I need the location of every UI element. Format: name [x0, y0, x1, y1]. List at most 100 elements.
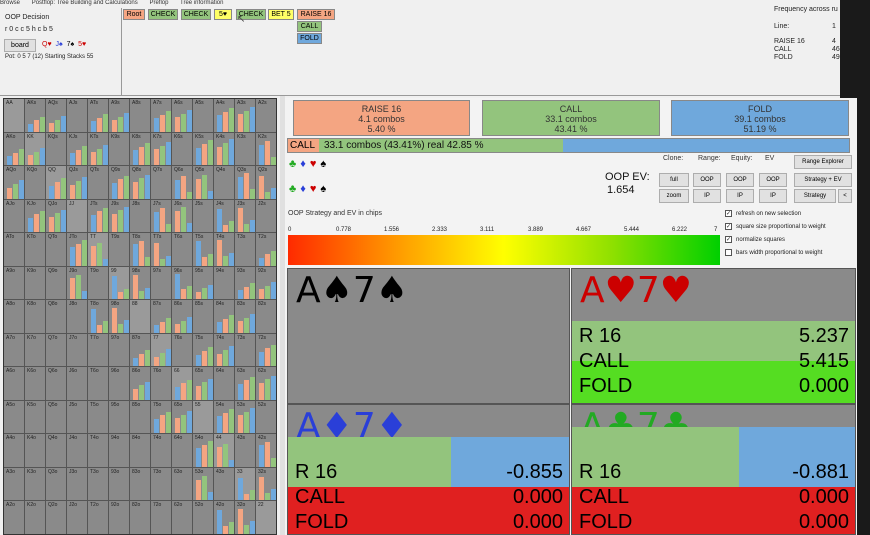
option-normalize[interactable]: ✓ normalize squares — [725, 236, 785, 243]
hand-cell[interactable]: QTo — [46, 233, 66, 266]
hand-cell[interactable]: K8s — [130, 132, 150, 166]
hand-cell[interactable]: T3s — [235, 233, 255, 266]
menu-item-tree-info[interactable]: Tree information — [180, 0, 223, 6]
hand-cell[interactable]: QJo — [46, 199, 66, 233]
range-explorer-button[interactable]: Range Explorer — [794, 155, 852, 169]
hand-cell[interactable]: 66 — [172, 367, 192, 400]
hand-cell[interactable]: J2o — [67, 501, 87, 534]
hand-cell[interactable]: 93o — [109, 467, 129, 501]
hand-cell[interactable]: Q9o — [46, 266, 66, 300]
hand-cell[interactable]: 42s — [256, 434, 276, 467]
hand-cell[interactable]: A9s — [109, 99, 129, 132]
hand-cell[interactable]: K5s — [193, 132, 213, 166]
hand-cell[interactable]: 32s — [256, 467, 276, 501]
hand-cell[interactable]: J3s — [235, 199, 255, 233]
hand-cell[interactable]: T5s — [193, 233, 213, 266]
hand-cell[interactable]: 44 — [214, 434, 234, 467]
hand-cell[interactable]: 32o — [235, 501, 255, 534]
hand-cell[interactable]: KJo — [25, 199, 45, 233]
hand-cell[interactable]: K3o — [25, 467, 45, 501]
hand-cell[interactable]: A8s — [130, 99, 150, 132]
hand-cell[interactable]: KQs — [46, 132, 66, 166]
hand-cell[interactable]: K2o — [25, 501, 45, 534]
hand-cell[interactable]: T9o — [88, 266, 108, 300]
hand-cell[interactable]: J7s — [151, 199, 171, 233]
hand-cell[interactable]: AJs — [67, 99, 87, 132]
hand-cell[interactable]: 84s — [214, 300, 234, 333]
hand-cell[interactable]: A9o — [4, 266, 24, 300]
hand-cell[interactable]: 95o — [109, 400, 129, 434]
range-ip-button[interactable]: IP — [693, 189, 721, 203]
hand-cell[interactable]: Q8o — [46, 300, 66, 333]
hand-cell[interactable]: T4o — [88, 434, 108, 467]
hand-cell[interactable]: 86o — [130, 367, 150, 400]
hand-cell[interactable]: J8s — [130, 199, 150, 233]
hand-cell[interactable]: A2s — [256, 99, 276, 132]
board-button[interactable]: board — [4, 39, 36, 52]
zoom-button[interactable]: zoom — [659, 189, 689, 203]
hand-cell[interactable]: T3o — [88, 467, 108, 501]
combo-quadrant-hearts[interactable]: A♥7♥ R 16 5.237 CALL 5.415 FOLD 0.000 — [571, 268, 856, 404]
hand-cell[interactable]: QTs — [88, 166, 108, 199]
hand-cell[interactable]: 53o — [193, 467, 213, 501]
menu-item-preflop[interactable]: Preflop — [149, 0, 168, 6]
hand-cell[interactable]: QJs — [67, 166, 87, 199]
heart-icon[interactable]: ♥ — [310, 158, 321, 170]
hand-cell[interactable]: TT — [88, 233, 108, 266]
hand-cell[interactable]: J5s — [193, 199, 213, 233]
hand-cell[interactable]: Q7o — [46, 333, 66, 367]
combo-quadrant-diamonds[interactable]: A♦7♦ R 16 -0.855 CALL 0.000 FOLD 0.000 — [287, 404, 570, 535]
hand-cell[interactable]: Q4o — [46, 434, 66, 467]
hand-cell[interactable]: T7s — [151, 233, 171, 266]
hand-cell[interactable]: K4s — [214, 132, 234, 166]
hand-cell[interactable]: 65o — [172, 400, 192, 434]
hand-cell[interactable]: 52o — [193, 501, 213, 534]
hand-cell[interactable]: 55 — [193, 400, 213, 434]
spade-icon[interactable]: ♠ — [320, 183, 330, 195]
hand-cell[interactable]: 94o — [109, 434, 129, 467]
hand-cell[interactable]: K6s — [172, 132, 192, 166]
hand-cell[interactable]: A4o — [4, 434, 24, 467]
hand-cell[interactable]: 82o — [130, 501, 150, 534]
tree-node[interactable]: CHECK — [181, 9, 211, 20]
hand-cell[interactable]: 94s — [214, 266, 234, 300]
hand-cell[interactable]: Q5o — [46, 400, 66, 434]
hand-cell[interactable]: AKo — [4, 132, 24, 166]
tree-node[interactable]: BET 5 — [268, 9, 294, 20]
hand-cell[interactable]: K9o — [25, 266, 45, 300]
action-call[interactable]: CALL 33.1 combos 43.41 % — [482, 100, 660, 136]
checkbox[interactable] — [725, 249, 732, 256]
hand-cell[interactable]: JTo — [67, 233, 87, 266]
hand-cell[interactable]: Q5s — [193, 166, 213, 199]
hand-cell[interactable]: JJ — [67, 199, 87, 233]
hand-cell[interactable]: A3o — [4, 467, 24, 501]
hand-cell[interactable]: K6o — [25, 367, 45, 400]
hand-cell[interactable]: 83o — [130, 467, 150, 501]
checkbox[interactable]: ✓ — [725, 210, 732, 217]
hand-cell[interactable]: Q6s — [172, 166, 192, 199]
hand-cell[interactable]: 64s — [214, 367, 234, 400]
checkbox[interactable]: ✓ — [725, 236, 732, 243]
hand-cell[interactable]: Q6o — [46, 367, 66, 400]
hand-cell[interactable]: 92o — [109, 501, 129, 534]
hand-cell[interactable]: ATs — [88, 99, 108, 132]
hand-cell[interactable]: K2s — [256, 132, 276, 166]
full-button[interactable]: full — [659, 173, 689, 187]
hand-cell[interactable]: 97o — [109, 333, 129, 367]
hand-cell[interactable]: 96o — [109, 367, 129, 400]
hand-cell[interactable]: A7o — [4, 333, 24, 367]
hand-cell[interactable]: 22 — [256, 501, 276, 534]
hand-cell[interactable]: 43s — [235, 434, 255, 467]
hand-cell[interactable]: J7o — [67, 333, 87, 367]
hand-cell[interactable]: T2o — [88, 501, 108, 534]
hand-cell[interactable]: AQs — [46, 99, 66, 132]
hand-cell[interactable]: AQo — [4, 166, 24, 199]
hand-cell[interactable]: 76o — [151, 367, 171, 400]
hand-cell[interactable]: 54s — [214, 400, 234, 434]
hand-cell[interactable]: 63o — [172, 467, 192, 501]
hand-cell[interactable]: J4s — [214, 199, 234, 233]
hand-cell[interactable]: K9s — [109, 132, 129, 166]
combo-quadrant-clubs[interactable]: A♣7♣ R 16-0.881 CALL0.000 FOLD0.000 — [571, 404, 856, 535]
hand-cell[interactable]: ATo — [4, 233, 24, 266]
hand-cell[interactable]: J6s — [172, 199, 192, 233]
